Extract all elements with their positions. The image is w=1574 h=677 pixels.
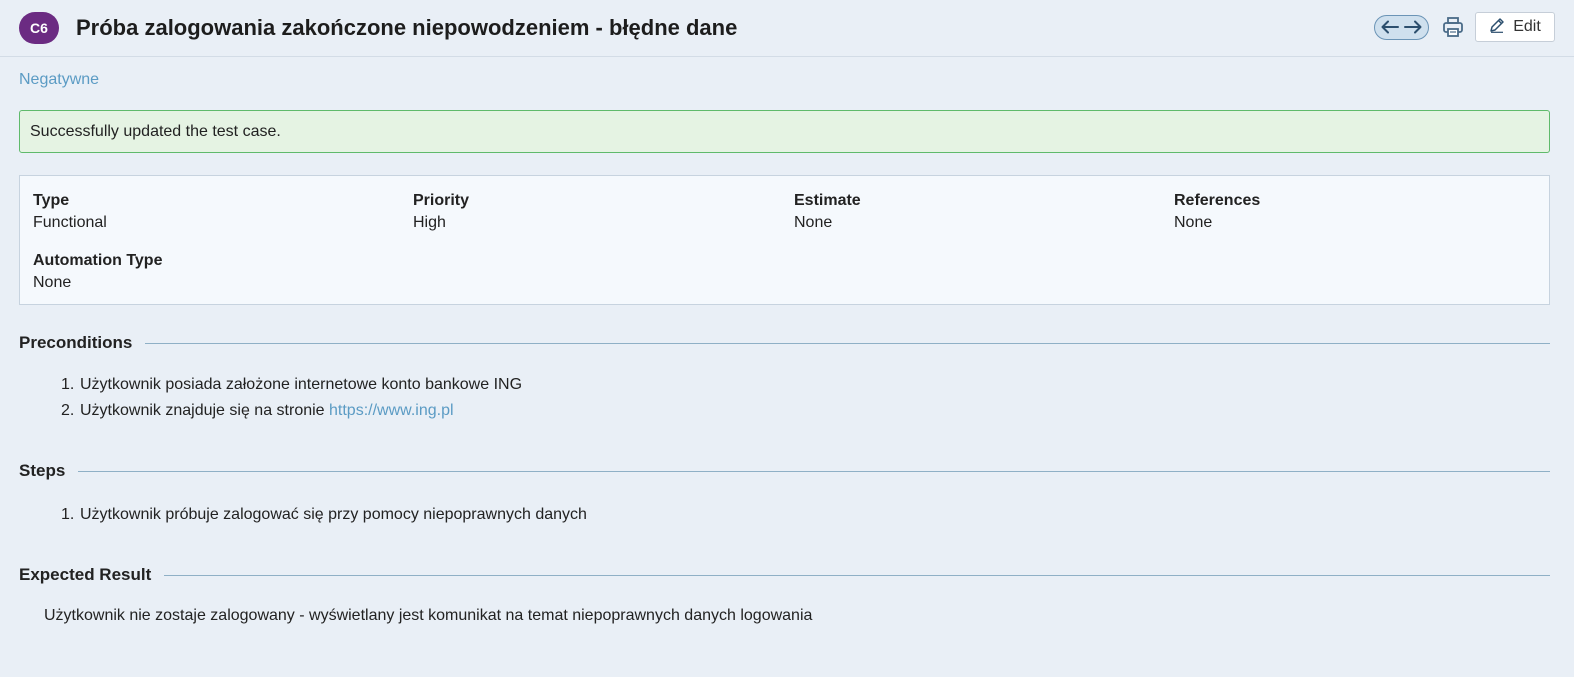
ing-link[interactable]: https://www.ing.pl [329, 402, 454, 419]
arrow-left-icon[interactable] [1381, 20, 1400, 34]
steps-heading: Steps [19, 461, 1550, 481]
preconditions-list: 1. Użytkownik posiada założone interneto… [61, 372, 523, 424]
list-item: 1. Użytkownik posiada założone interneto… [61, 372, 523, 398]
section-title: Preconditions [19, 333, 133, 352]
field-automation-type: Automation Type None [33, 252, 162, 292]
page-title: Próba zalogowania zakończone niepowodzen… [76, 15, 738, 40]
case-fields-panel: Type Functional Priority High Estimate N… [19, 175, 1550, 305]
case-navigation [1374, 14, 1429, 40]
expected-result-text: Użytkownik nie zostaje zalogowany - wyśw… [44, 607, 813, 624]
field-estimate: Estimate None [794, 192, 861, 232]
expected-result-heading: Expected Result [19, 565, 1550, 585]
pencil-icon [1489, 17, 1505, 38]
section-title: Expected Result [19, 565, 152, 584]
divider [145, 342, 1550, 344]
divider [164, 574, 1550, 576]
edit-button[interactable]: Edit [1475, 12, 1555, 42]
case-id-badge: C6 [19, 12, 59, 44]
arrow-right-icon[interactable] [1403, 20, 1422, 34]
field-value: Functional [33, 214, 107, 231]
field-label: Type [33, 192, 70, 209]
field-references: References None [1174, 192, 1260, 232]
item-number: 2. [61, 402, 75, 419]
alert-message: Successfully updated the test case. [30, 122, 281, 140]
field-label: References [1174, 192, 1261, 209]
divider [78, 470, 1550, 472]
list-item: 2. Użytkownik znajduje się na stronie ht… [61, 398, 522, 424]
steps-list: 1. Użytkownik próbuje zalogować się przy… [61, 502, 587, 528]
printer-icon[interactable] [1441, 15, 1465, 39]
field-value: None [1174, 214, 1213, 231]
field-label: Priority [413, 192, 470, 209]
section-title: Steps [19, 461, 66, 480]
item-number: 1. [61, 376, 75, 393]
edit-button-label: Edit [1513, 18, 1541, 35]
item-text: Użytkownik posiada założone internetowe … [80, 376, 523, 393]
item-text: Użytkownik znajduje się na stronie [80, 402, 330, 419]
field-value: None [33, 274, 72, 291]
field-label: Automation Type [33, 252, 163, 269]
field-type: Type Functional [33, 192, 107, 232]
field-label: Estimate [794, 192, 861, 209]
preconditions-heading: Preconditions [19, 333, 1550, 353]
item-text: Użytkownik próbuje zalogować się przy po… [80, 506, 587, 523]
success-alert: Successfully updated the test case. [19, 110, 1550, 153]
field-value: High [413, 214, 446, 231]
list-item: 1. Użytkownik próbuje zalogować się przy… [61, 502, 587, 528]
section-link[interactable]: Negatywne [19, 71, 99, 89]
field-priority: Priority High [413, 192, 469, 232]
page-header: C6 Próba zalogowania zakończone niepowod… [0, 0, 1574, 57]
header-actions: Edit [1374, 12, 1555, 42]
item-number: 1. [61, 506, 75, 523]
field-value: None [794, 214, 833, 231]
